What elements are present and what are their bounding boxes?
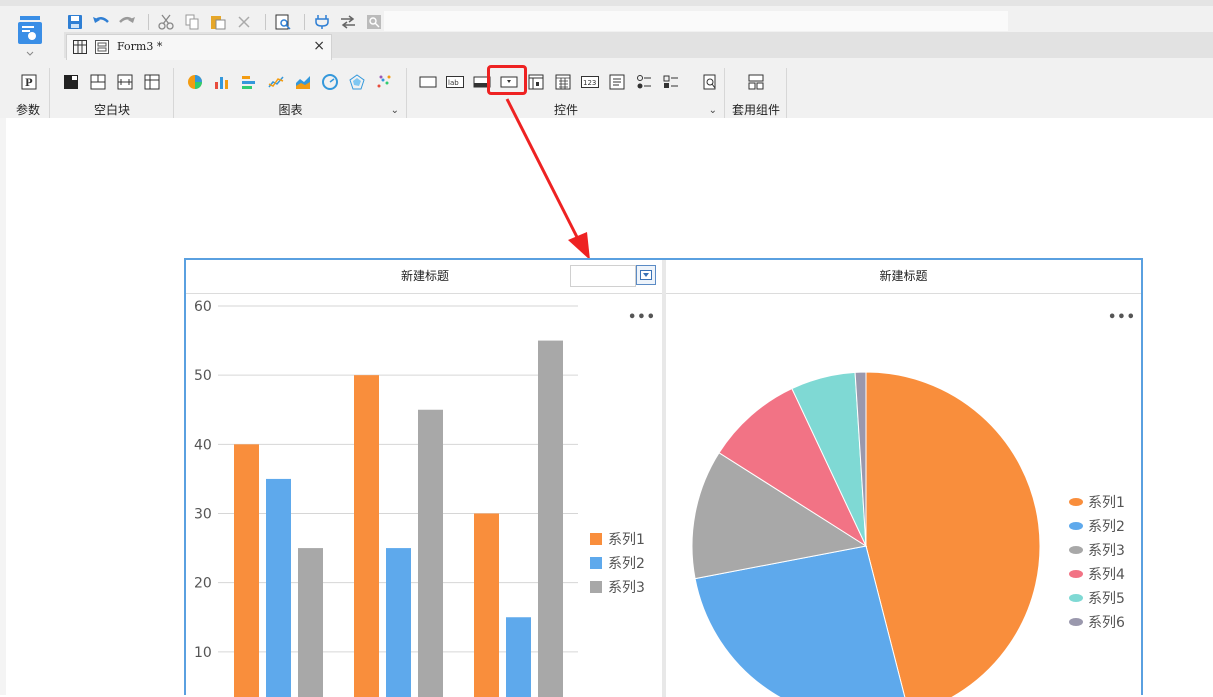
bar-chart: 10 20 30 40 50 60 系列1 系列2 系列3 <box>186 294 662 697</box>
legend-swatch <box>1069 570 1083 578</box>
legend-swatch <box>590 533 602 545</box>
legend-label: 系列3 <box>1088 543 1125 559</box>
legend-swatch <box>1069 498 1083 506</box>
legend-label: 系列1 <box>608 532 645 548</box>
legend-swatch <box>1069 522 1083 530</box>
legend-swatch <box>1069 618 1083 626</box>
bar-chart-panel[interactable]: 新建标题 ••• 102030405060系列1系列2系列3 <box>186 260 664 697</box>
legend-label: 系列5 <box>1088 591 1125 607</box>
bar <box>506 617 531 697</box>
panel-title: 新建标题 <box>666 260 1141 294</box>
legend-label: 系列2 <box>608 556 645 572</box>
form-canvas: 新建标题 ••• 102030405060系列1系列2系列3 新建标题 ••• … <box>184 258 1143 695</box>
bar <box>418 410 443 697</box>
y-tick-label: 40 <box>194 437 212 453</box>
y-tick-label: 20 <box>194 576 212 592</box>
legend-label: 系列3 <box>608 580 645 596</box>
legend-label: 系列2 <box>1088 519 1125 535</box>
legend-label: 系列1 <box>1088 495 1125 511</box>
bar <box>538 341 563 697</box>
bar <box>474 514 499 697</box>
pie-chart-panel[interactable]: 新建标题 ••• 系列1系列2系列3系列4系列5系列6 <box>666 260 1141 697</box>
y-tick-label: 10 <box>194 645 212 661</box>
y-tick-label: 30 <box>194 507 212 523</box>
y-tick-label: 50 <box>194 368 212 384</box>
pie-chart: 系列1 系列2 系列3 系列4 系列5 系列6 <box>666 294 1141 697</box>
legend-swatch <box>590 557 602 569</box>
bar <box>386 548 411 697</box>
legend-label: 系列4 <box>1088 567 1125 583</box>
combobox-dropdown-button[interactable] <box>636 265 656 285</box>
y-tick-label: 60 <box>194 299 212 315</box>
legend-swatch <box>1069 594 1083 602</box>
legend-label: 系列6 <box>1088 615 1125 631</box>
bar <box>234 444 259 697</box>
bar <box>266 479 291 697</box>
bar <box>298 548 323 697</box>
combobox-widget[interactable] <box>570 265 656 287</box>
legend-swatch <box>1069 546 1083 554</box>
combobox-input[interactable] <box>570 265 636 287</box>
dropdown-arrow-icon <box>640 270 652 280</box>
legend-swatch <box>590 581 602 593</box>
bar <box>354 375 379 697</box>
